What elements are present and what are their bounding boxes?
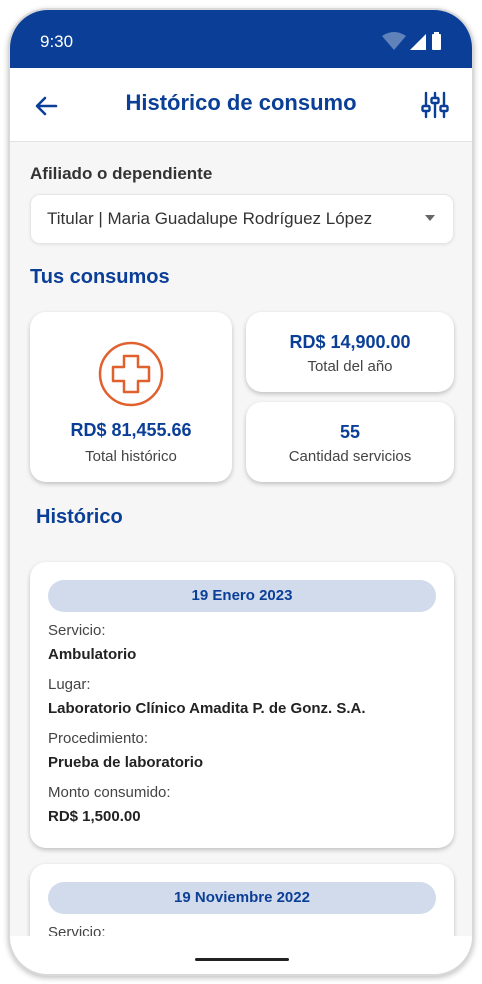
service-label: Servicio:: [48, 622, 106, 639]
phone-frame: 9:30 Histórico de consumo Afiliado o dep…: [8, 8, 474, 976]
status-time: 9:30: [40, 32, 74, 51]
history-card[interactable]: 19 Noviembre 2022 Servicio:: [30, 864, 454, 942]
procedure-value: Prueba de laboratorio: [48, 754, 204, 771]
procedure-label: Procedimiento:: [48, 730, 149, 747]
service-value: Ambulatorio: [48, 646, 137, 663]
total-historic-amount: RD$ 81,455.66: [70, 420, 192, 440]
wifi-icon: [382, 32, 406, 50]
affiliate-label: Afiliado o dependiente: [30, 164, 213, 183]
page-title: Histórico de consumo: [125, 90, 357, 115]
place-label: Lugar:: [48, 676, 91, 693]
year-total-label: Total del año: [307, 358, 393, 375]
dropdown-caret-icon: [425, 215, 435, 221]
services-count: 55: [339, 422, 361, 442]
home-indicator[interactable]: [195, 958, 289, 961]
year-total-amount: RD$ 14,900.00: [289, 332, 411, 352]
main-content: Afiliado o dependiente Titular | Maria G…: [10, 142, 472, 942]
bottom-bar: [10, 936, 472, 974]
history-title: Histórico: [36, 506, 123, 528]
services-count-card: 55 Cantidad servicios: [246, 402, 454, 482]
affiliate-select-value: Titular | Maria Guadalupe Rodríguez Lópe…: [47, 209, 373, 228]
services-count-label: Cantidad servicios: [288, 448, 412, 465]
signal-icon: [410, 34, 426, 50]
medical-cross-icon: [98, 341, 164, 407]
amount-label: Monto consumido:: [48, 784, 171, 801]
battery-icon: [432, 34, 441, 50]
consumption-title: Tus consumos: [30, 266, 170, 288]
history-date: 19 Noviembre 2022: [48, 882, 436, 914]
status-icons: [382, 32, 441, 50]
history-card[interactable]: 19 Enero 2023 Servicio: Ambulatorio Luga…: [30, 562, 454, 848]
total-historic-label: Total histórico: [85, 448, 177, 465]
status-bar: 9:30: [10, 10, 472, 68]
total-historic-card: RD$ 81,455.66 Total histórico: [30, 312, 232, 482]
app-bar: Histórico de consumo: [10, 68, 472, 142]
amount-value: RD$ 1,500.00: [48, 808, 141, 825]
year-total-card: RD$ 14,900.00 Total del año: [246, 312, 454, 392]
history-date: 19 Enero 2023: [48, 580, 436, 612]
affiliate-select[interactable]: Titular | Maria Guadalupe Rodríguez Lópe…: [30, 194, 454, 244]
place-value: Laboratorio Clínico Amadita P. de Gonz. …: [48, 700, 366, 717]
filter-sliders-icon[interactable]: [420, 90, 450, 120]
